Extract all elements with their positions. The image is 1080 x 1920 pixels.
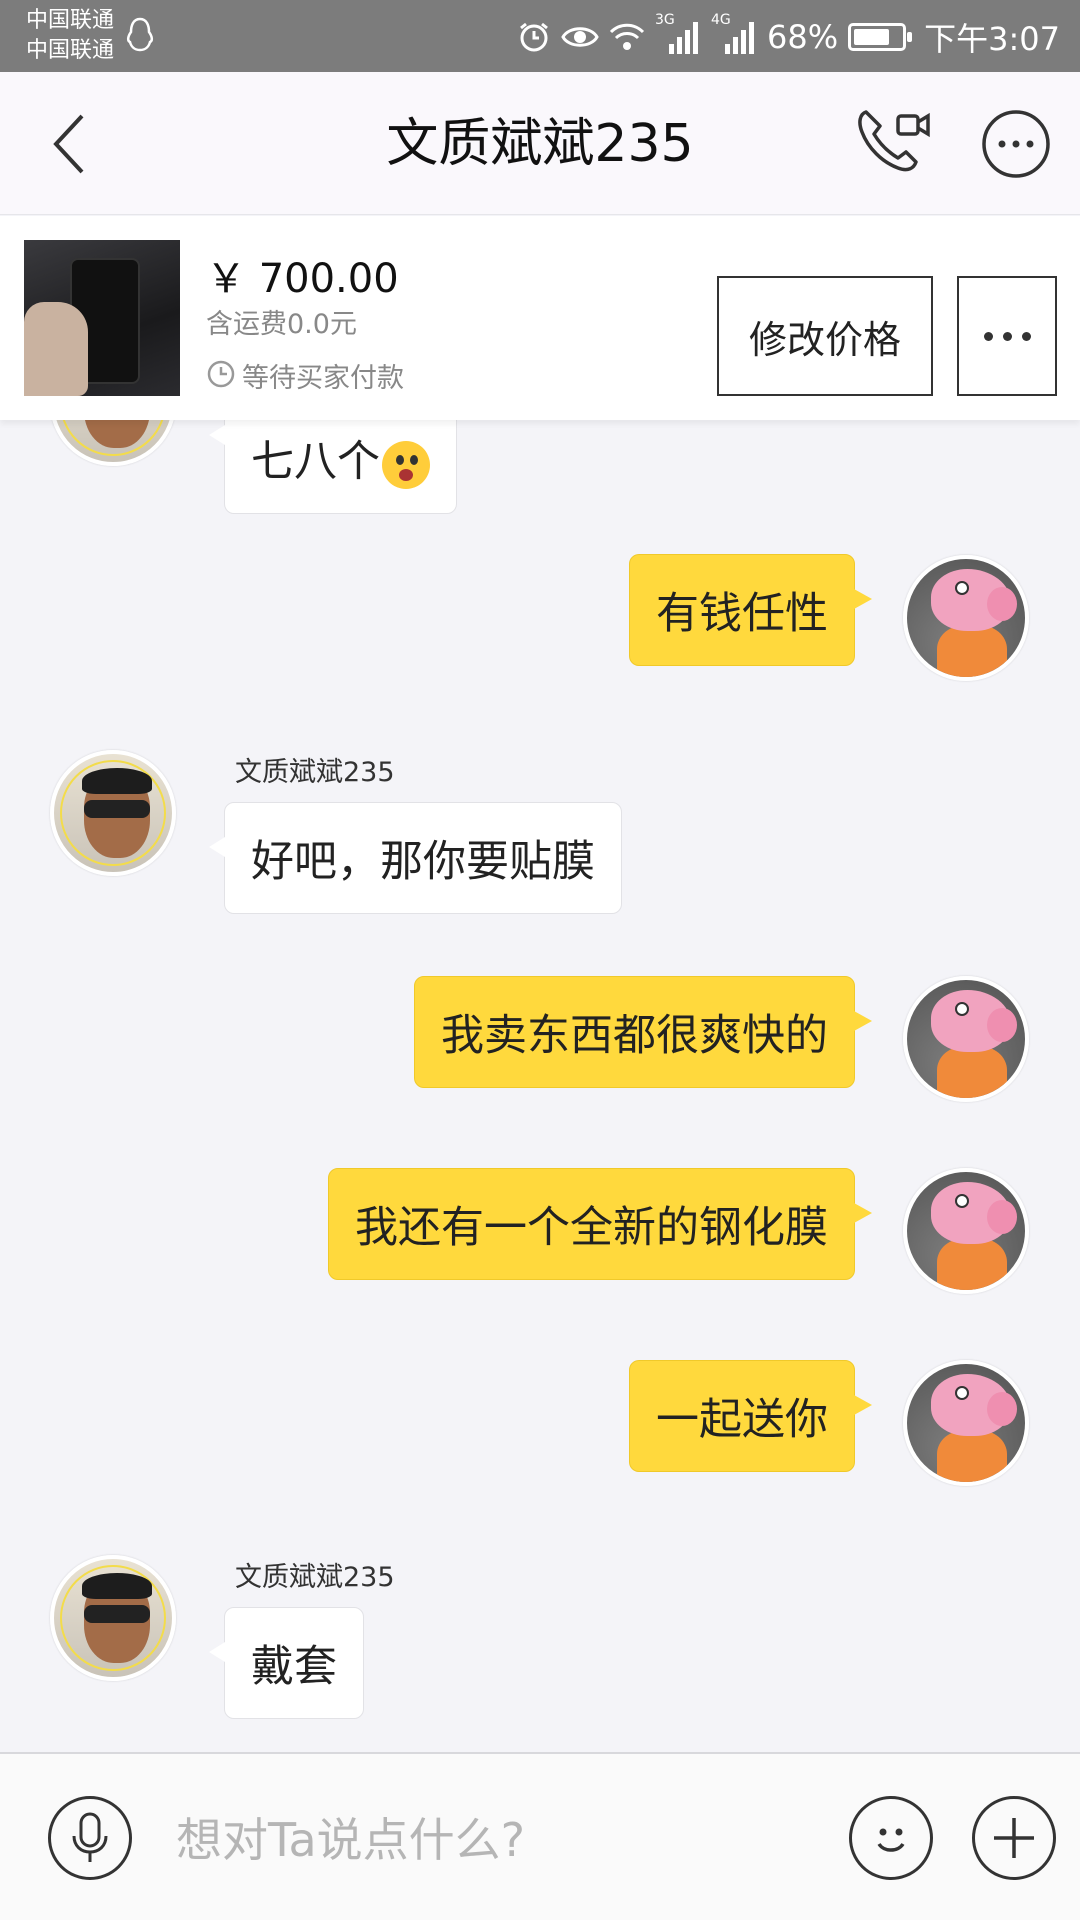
message-text: 我卖东西都很爽快的 xyxy=(441,1011,828,1061)
message-bubble-outgoing[interactable]: 一起送你 xyxy=(629,1360,872,1472)
network-label-3g: 3G xyxy=(655,12,675,28)
message-bubble-incoming[interactable]: 七八个 xyxy=(209,420,457,514)
product-thumbnail[interactable] xyxy=(24,240,180,396)
avatar[interactable] xyxy=(903,555,1029,681)
avatar[interactable] xyxy=(903,976,1029,1102)
more-circle-icon[interactable] xyxy=(980,108,1052,180)
message-bubble-incoming[interactable]: 戴套 xyxy=(209,1607,364,1719)
qq-icon xyxy=(126,17,154,52)
avatar[interactable] xyxy=(50,750,176,876)
eye-icon xyxy=(561,27,599,47)
status-icons: 3G 4G 68% 下午3:07 xyxy=(517,12,1060,62)
modify-price-button[interactable]: 修改价格 xyxy=(717,276,933,396)
battery-icon xyxy=(848,23,913,51)
status-bar: 中国联通 中国联通 3G 4G 68% 下午3:07 xyxy=(0,0,1080,72)
clock-time: 下午3:07 xyxy=(924,20,1060,58)
carrier-label-1: 中国联通 xyxy=(26,8,115,33)
sender-name: 文质斌斌235 xyxy=(235,1562,395,1593)
plus-icon xyxy=(994,1818,1034,1858)
message-text: 好吧，那你要贴膜 xyxy=(251,837,595,887)
message-input-bar xyxy=(0,1752,1080,1920)
emoji-icon xyxy=(877,1828,905,1852)
message-bubble-outgoing[interactable]: 我卖东西都很爽快的 xyxy=(414,976,872,1088)
avatar[interactable] xyxy=(903,1360,1029,1486)
signal-4g: 4G xyxy=(711,12,757,54)
message-text: 一起送你 xyxy=(656,1395,828,1445)
shocked-emoji-icon xyxy=(382,441,430,489)
voice-button[interactable] xyxy=(48,1796,132,1880)
message-bubble-outgoing[interactable]: 我还有一个全新的钢化膜 xyxy=(328,1168,872,1280)
chat-header: 文质斌斌235 xyxy=(0,72,1080,215)
avatar[interactable] xyxy=(903,1168,1029,1294)
sender-name: 文质斌斌235 xyxy=(235,757,395,788)
product-price: ￥ 700.00 xyxy=(206,256,399,302)
message-text: 有钱任性 xyxy=(656,589,828,639)
wifi-icon xyxy=(609,23,645,50)
add-attachment-button[interactable] xyxy=(972,1796,1056,1880)
battery-percent: 68% xyxy=(767,18,839,56)
payment-status: 等待买家付款 xyxy=(242,363,404,394)
carrier-info: 中国联通 中国联通 xyxy=(26,6,114,66)
shipping-fee: 含运费0.0元 xyxy=(206,309,357,340)
message-bubble-incoming[interactable]: 好吧，那你要贴膜 xyxy=(209,802,622,914)
message-text: 戴套 xyxy=(251,1642,337,1692)
clock-icon xyxy=(207,360,235,388)
video-call-icon[interactable] xyxy=(852,102,932,182)
chat-messages: 七八个 有钱任性 文质斌斌235 好吧，那你要贴膜 我卖东西都很爽快的 我还有一… xyxy=(0,420,1080,1752)
message-text: 七八个 xyxy=(251,437,380,487)
message-text: 我还有一个全新的钢化膜 xyxy=(355,1203,828,1253)
message-bubble-outgoing[interactable]: 有钱任性 xyxy=(629,554,872,666)
emoji-button[interactable] xyxy=(849,1796,933,1880)
network-label-4g: 4G xyxy=(711,12,731,28)
message-input[interactable] xyxy=(176,1804,816,1876)
alarm-icon xyxy=(520,22,548,52)
product-card: ￥ 700.00 含运费0.0元 等待买家付款 修改价格 xyxy=(0,216,1080,420)
avatar[interactable] xyxy=(50,1555,176,1681)
avatar[interactable] xyxy=(50,420,176,466)
microphone-icon xyxy=(72,1812,108,1862)
carrier-label-2: 中国联通 xyxy=(26,38,115,63)
more-options-button[interactable] xyxy=(957,276,1057,396)
signal-3g: 3G xyxy=(655,12,701,54)
